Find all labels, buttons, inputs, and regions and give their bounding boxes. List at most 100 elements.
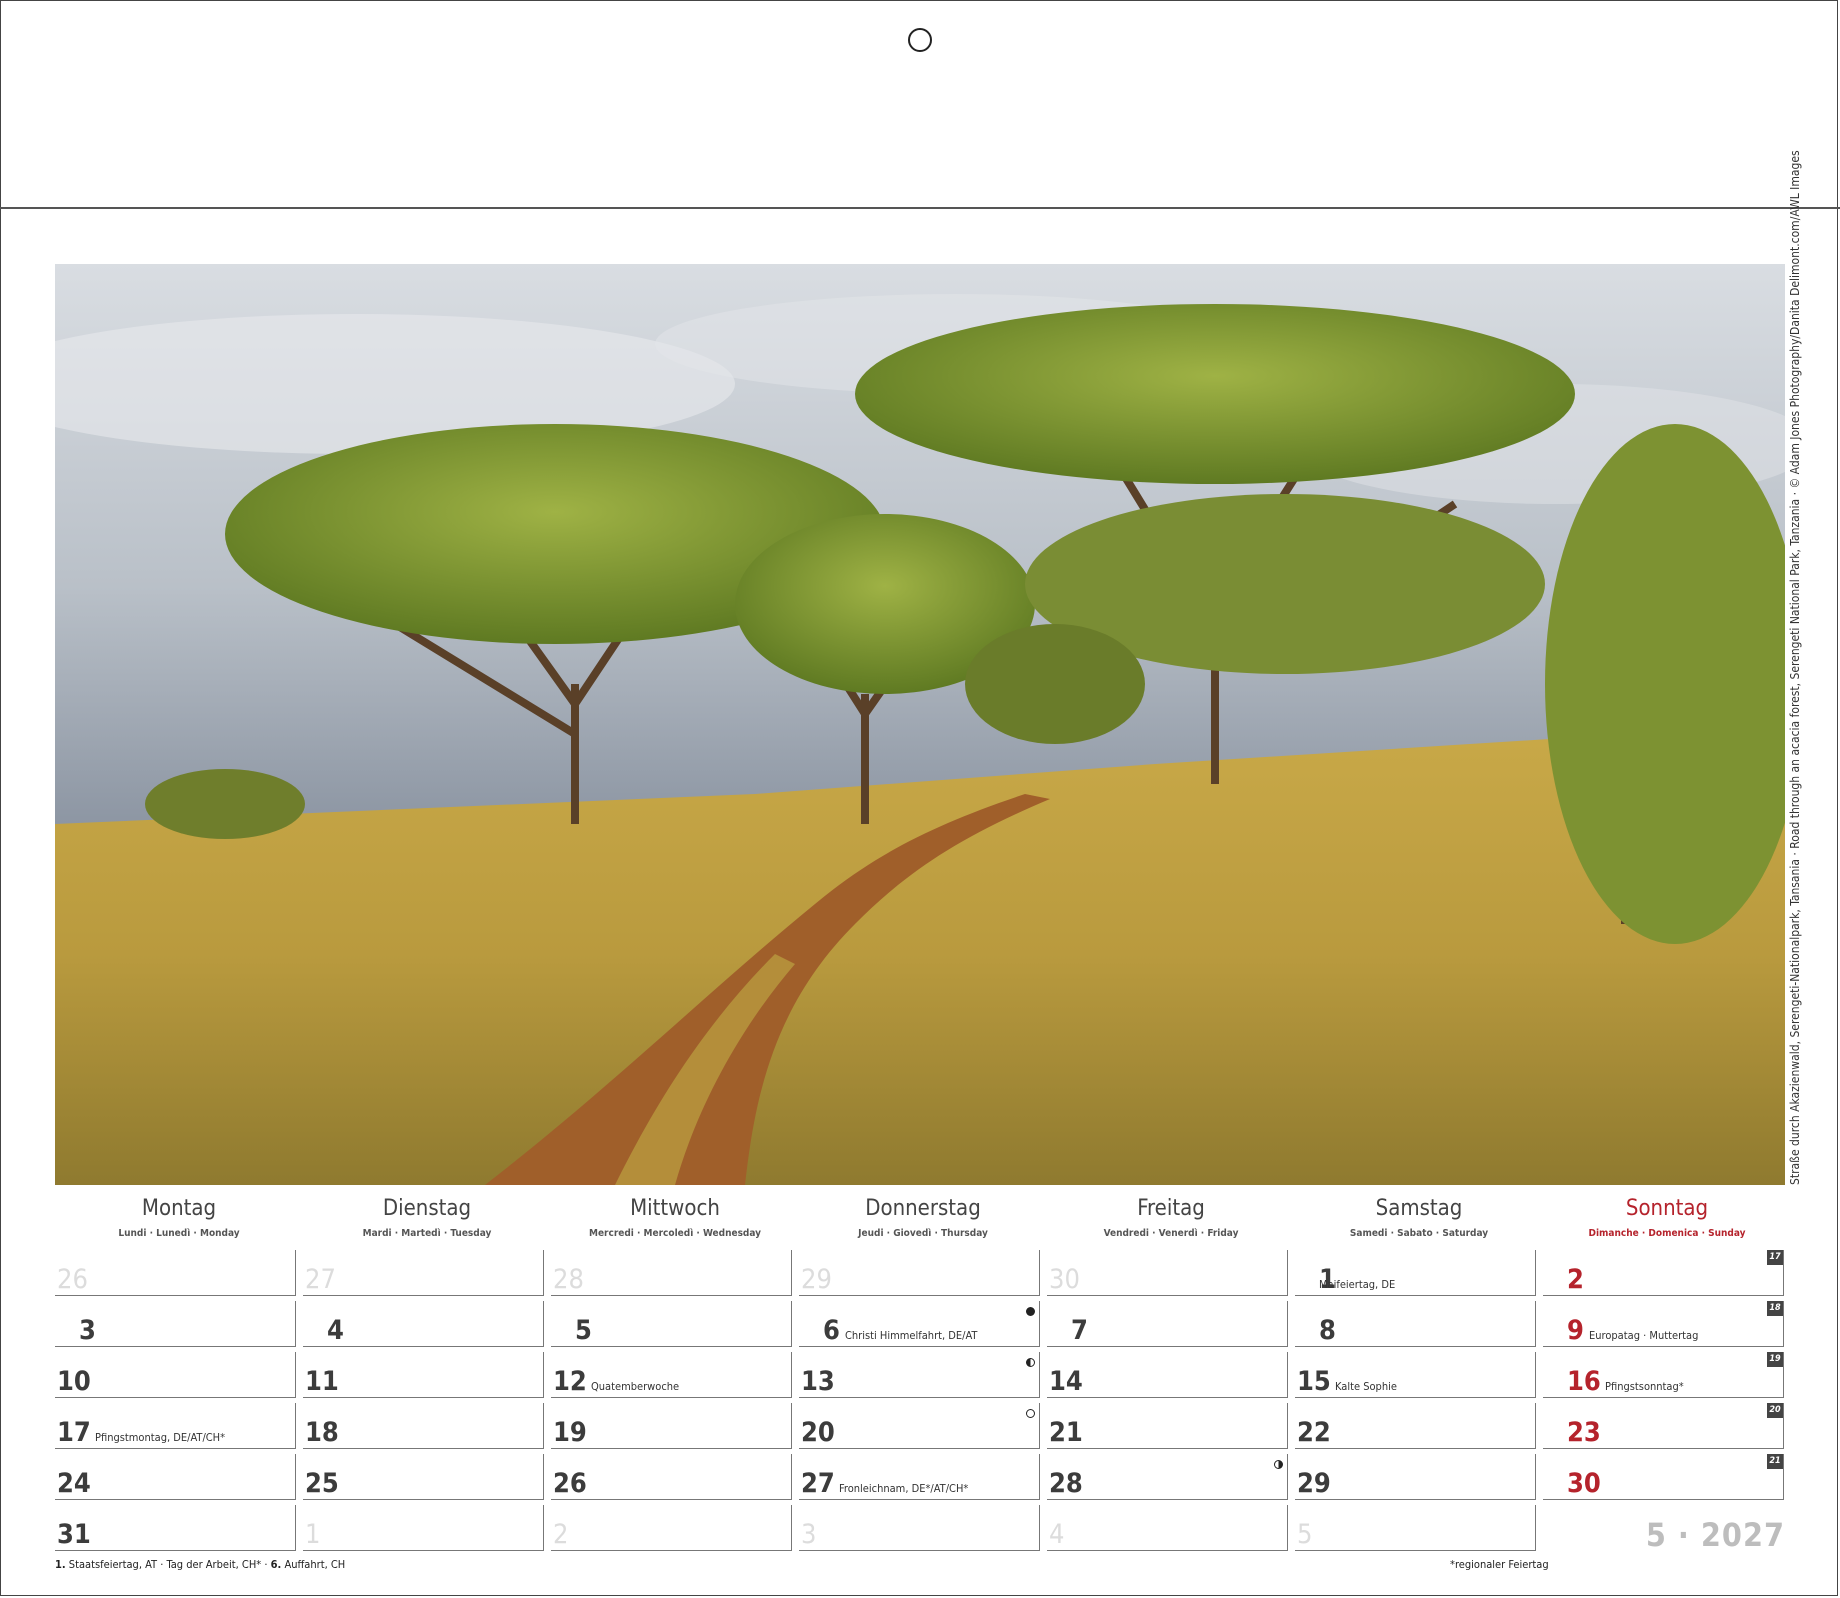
week-number-badge: 20 xyxy=(1767,1403,1783,1418)
week-number-badge: 19 xyxy=(1767,1352,1783,1367)
day-number: 1 xyxy=(305,1519,321,1550)
holiday-note: Pfingstsonntag* xyxy=(1605,1380,1684,1393)
calendar-day-cell: 18 xyxy=(303,1403,544,1449)
weekday-translation: Samedi · Sabato · Saturday xyxy=(1349,1228,1489,1239)
calendar-day-cell: 5 xyxy=(1295,1505,1536,1551)
calendar-day-cell: 6 Christi Himmelfahrt, DE/AT xyxy=(799,1301,1040,1347)
weekday-name: Dienstag xyxy=(382,1196,472,1221)
day-number: 22 xyxy=(1297,1417,1331,1448)
calendar-day-cell: 2 xyxy=(551,1505,792,1551)
day-number: 13 xyxy=(801,1366,835,1397)
calendar-day-cell: 13 xyxy=(799,1352,1040,1398)
calendar-day-cell: 2 17 xyxy=(1543,1250,1784,1296)
weekday-translation: Mardi · Martedì · Tuesday xyxy=(362,1228,492,1239)
day-number: 27 xyxy=(801,1468,835,1499)
day-number: 5 xyxy=(575,1315,592,1346)
day-number: 16 xyxy=(1567,1366,1601,1397)
holiday-note: Fronleichnam, DE*/AT/CH* xyxy=(839,1482,969,1495)
calendar-day-cell: 27 xyxy=(303,1250,544,1296)
day-number: 26 xyxy=(57,1264,88,1295)
day-number: 23 xyxy=(1567,1417,1601,1448)
weekday-header: Montag Lundi · Lunedì · Monday xyxy=(55,1196,303,1239)
calendar-day-cell: 14 xyxy=(1047,1352,1288,1398)
holiday-note: Quatemberwoche xyxy=(591,1380,680,1393)
day-number: 28 xyxy=(553,1264,584,1295)
day-number: 18 xyxy=(305,1417,339,1448)
weekday-translation: Lundi · Lunedì · Monday xyxy=(118,1228,240,1239)
weekday-header: Mittwoch Mercredi · Mercoledì · Wednesday xyxy=(551,1196,799,1239)
day-number: 31 xyxy=(57,1519,91,1550)
day-number: 4 xyxy=(1049,1519,1065,1550)
calendar-day-cell: 3 xyxy=(799,1505,1040,1551)
moon-phase-icon xyxy=(1026,1409,1035,1418)
calendar-day-cell: 31 xyxy=(55,1505,296,1551)
day-number: 12 xyxy=(553,1366,587,1397)
calendar-day-cell: 29 xyxy=(1295,1454,1536,1500)
day-number: 30 xyxy=(1049,1264,1080,1295)
day-number: 15 xyxy=(1297,1366,1331,1397)
weekday-name: Montag xyxy=(141,1196,217,1221)
day-number: 2 xyxy=(1567,1264,1584,1295)
holiday-footnote: 1. Staatsfeiertag, AT · Tag der Arbeit, … xyxy=(55,1558,346,1571)
weekday-name: Donnerstag xyxy=(865,1196,981,1221)
month-year-label: 5 · 2027 xyxy=(1645,1516,1785,1554)
calendar-day-cell: 30 xyxy=(1047,1250,1288,1296)
moon-phase-icon xyxy=(1026,1307,1035,1316)
calendar-day-cell: 11 xyxy=(303,1352,544,1398)
day-number: 24 xyxy=(57,1468,91,1499)
weekday-translation: Vendredi · Venerdì · Friday xyxy=(1103,1228,1239,1239)
week-number-badge: 18 xyxy=(1767,1301,1783,1316)
week-number-badge: 21 xyxy=(1767,1454,1783,1469)
calendar-day-cell: 4 xyxy=(1047,1505,1288,1551)
weekday-name: Samstag xyxy=(1375,1196,1463,1221)
calendar-day-cell: 20 xyxy=(799,1403,1040,1449)
day-number: 29 xyxy=(1297,1468,1331,1499)
calendar-day-cell: 3 xyxy=(55,1301,296,1347)
day-number: 10 xyxy=(57,1366,91,1397)
day-number: 9 xyxy=(1567,1315,1584,1346)
day-number: 25 xyxy=(305,1468,339,1499)
calendar-day-cell: 12 Quatemberwoche xyxy=(551,1352,792,1398)
hanging-hole xyxy=(908,28,932,52)
weekday-header: Freitag Vendredi · Venerdì · Friday xyxy=(1047,1196,1295,1239)
calendar-day-cell: 29 xyxy=(799,1250,1040,1296)
day-number: 6 xyxy=(823,1315,840,1346)
weekday-header: Sonntag Dimanche · Domenica · Sunday xyxy=(1543,1196,1791,1239)
holiday-note: Europatag · Muttertag xyxy=(1589,1329,1699,1342)
calendar-day-cell: 24 xyxy=(55,1454,296,1500)
photo-credit: Straße durch Akazienwald, Serengeti-Nati… xyxy=(1788,150,1802,1185)
holiday-note: Maifeiertag, DE xyxy=(1319,1278,1396,1291)
day-number: 21 xyxy=(1049,1417,1083,1448)
calendar-day-cell: 27 Fronleichnam, DE*/AT/CH* xyxy=(799,1454,1040,1500)
acacia-savanna-image xyxy=(55,264,1785,1185)
calendar-day-cell: 28 xyxy=(1047,1454,1288,1500)
calendar-day-cell: 25 xyxy=(303,1454,544,1500)
calendar-header-strip xyxy=(0,0,1840,209)
calendar-day-cell: 9 Europatag · Muttertag 18 xyxy=(1543,1301,1784,1347)
weekday-header: Samstag Samedi · Sabato · Saturday xyxy=(1295,1196,1543,1239)
calendar-day-cell: 17 Pfingstmontag, DE/AT/CH* xyxy=(55,1403,296,1449)
weekday-header: Donnerstag Jeudi · Giovedì · Thursday xyxy=(799,1196,1047,1239)
calendar-day-cell: 26 xyxy=(55,1250,296,1296)
day-number: 3 xyxy=(79,1315,96,1346)
weekday-translation: Mercredi · Mercoledì · Wednesday xyxy=(588,1228,761,1239)
calendar-day-cell: 28 xyxy=(551,1250,792,1296)
calendar-day-cell: 22 xyxy=(1295,1403,1536,1449)
calendar-day-cell: 21 xyxy=(1047,1403,1288,1449)
holiday-note: Kalte Sophie xyxy=(1335,1380,1397,1393)
day-number: 2 xyxy=(553,1519,569,1550)
day-number: 27 xyxy=(305,1264,336,1295)
weekday-name: Mittwoch xyxy=(630,1196,720,1221)
weekday-name: Freitag xyxy=(1137,1196,1205,1221)
calendar-day-cell: 15 Kalte Sophie xyxy=(1295,1352,1536,1398)
day-number: 7 xyxy=(1071,1315,1088,1346)
weekday-translation: Dimanche · Domenica · Sunday xyxy=(1588,1228,1746,1239)
day-number: 8 xyxy=(1319,1315,1336,1346)
day-number: 20 xyxy=(801,1417,835,1448)
calendar-day-cell: 7 xyxy=(1047,1301,1288,1347)
day-number: 5 xyxy=(1297,1519,1313,1550)
calendar-day-cell: 10 xyxy=(55,1352,296,1398)
day-number: 11 xyxy=(305,1366,339,1397)
calendar-day-cell: 8 xyxy=(1295,1301,1536,1347)
week-number-badge: 17 xyxy=(1767,1250,1783,1265)
